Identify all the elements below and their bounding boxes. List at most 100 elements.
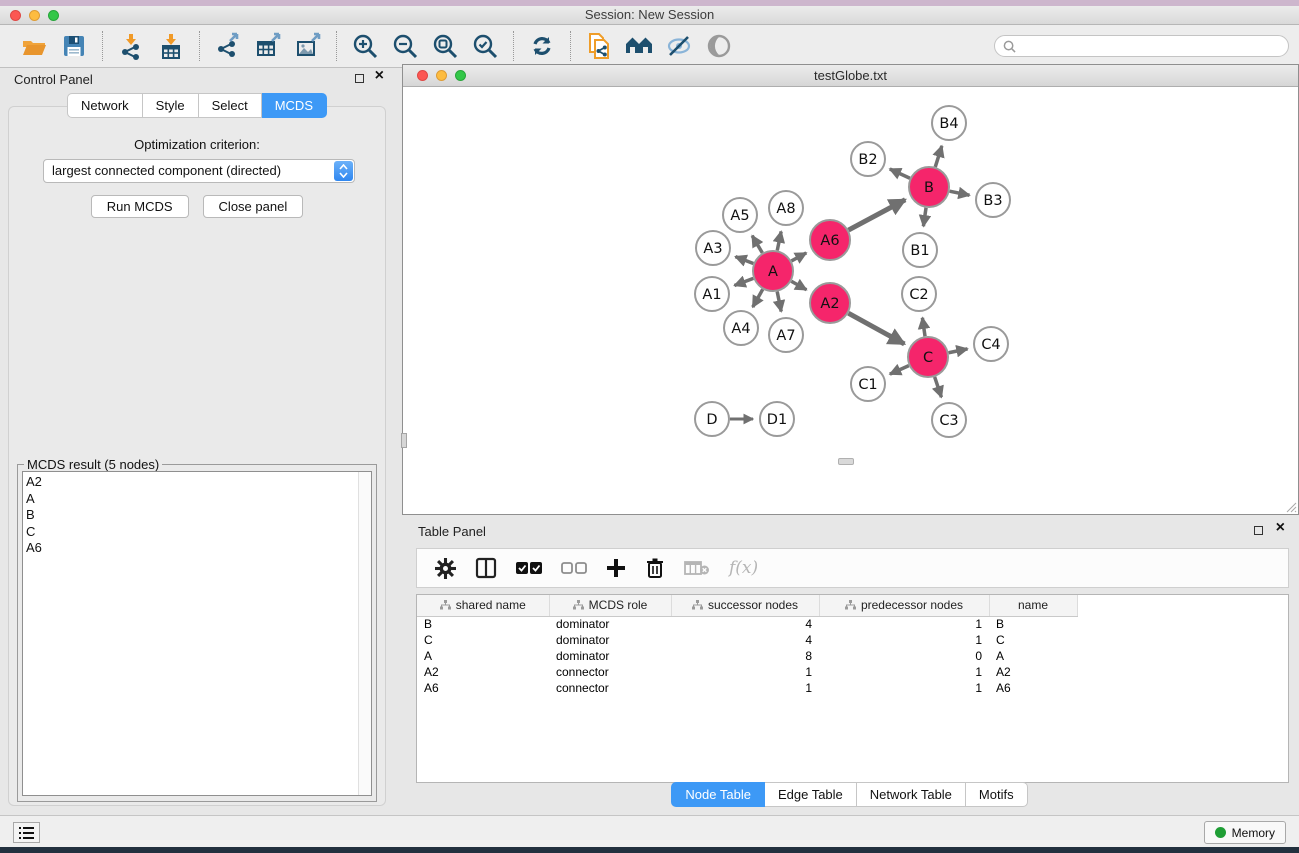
cell-successor-nodes[interactable]: 1 — [671, 680, 819, 696]
cell-predecessor-nodes[interactable]: 0 — [819, 648, 989, 664]
column-header-successor-nodes[interactable]: successor nodes — [671, 595, 819, 616]
window-resize-grip[interactable] — [1284, 500, 1297, 513]
delete-table-button[interactable] — [684, 559, 710, 577]
table-row[interactable]: Bdominator41B — [417, 616, 1077, 632]
result-list-item[interactable]: A — [26, 491, 355, 508]
show-task-history-button[interactable] — [13, 822, 40, 843]
cell-MCDS-role[interactable]: connector — [549, 664, 671, 680]
edge-A-A2[interactable] — [791, 281, 806, 290]
import-table-button[interactable] — [154, 29, 188, 63]
edge-A6-B[interactable] — [849, 200, 906, 230]
zoom-window-button[interactable] — [48, 10, 59, 21]
close-table-panel-icon[interactable]: × — [1276, 520, 1285, 536]
zoom-out-button[interactable] — [388, 29, 422, 63]
edge-A2-C[interactable] — [848, 313, 904, 344]
splitter-collapse-handle[interactable] — [401, 433, 407, 448]
export-image-button[interactable] — [291, 29, 325, 63]
cell-MCDS-role[interactable]: dominator — [549, 648, 671, 664]
tab-network[interactable]: Network — [67, 93, 143, 118]
tab-style[interactable]: Style — [143, 93, 199, 118]
cell-predecessor-nodes[interactable]: 1 — [819, 632, 989, 648]
table-row[interactable]: A2connector11A2 — [417, 664, 1077, 680]
cell-shared-name[interactable]: A6 — [417, 680, 549, 696]
edge-C-C1[interactable] — [890, 366, 909, 375]
edge-A-A4[interactable] — [753, 289, 763, 307]
import-network-button[interactable] — [114, 29, 148, 63]
column-header-name[interactable]: name — [989, 595, 1077, 616]
save-session-button[interactable] — [57, 29, 91, 63]
tab-mcds[interactable]: MCDS — [262, 93, 327, 118]
show-graphics-details-button[interactable] — [702, 29, 736, 63]
column-header-MCDS-role[interactable]: MCDS role — [549, 595, 671, 616]
search-box[interactable] — [994, 35, 1289, 57]
close-panel-button[interactable]: Close panel — [203, 195, 304, 218]
edge-A-A7[interactable] — [777, 292, 781, 312]
show-columns-button[interactable] — [475, 557, 497, 579]
result-list-item[interactable]: C — [26, 524, 355, 541]
network-minimize-button[interactable] — [436, 70, 447, 81]
cell-predecessor-nodes[interactable]: 1 — [819, 616, 989, 632]
table-settings-button[interactable] — [435, 558, 456, 579]
cell-shared-name[interactable]: A2 — [417, 664, 549, 680]
edge-C-C2[interactable] — [922, 318, 925, 336]
cell-shared-name[interactable]: A — [417, 648, 549, 664]
zoom-selected-button[interactable] — [468, 29, 502, 63]
tab-motifs[interactable]: Motifs — [966, 782, 1028, 807]
edge-C-C4[interactable] — [949, 349, 968, 353]
memory-button[interactable]: Memory — [1204, 821, 1286, 844]
network-zoom-button[interactable] — [455, 70, 466, 81]
hide-graphics-details-button[interactable] — [662, 29, 696, 63]
edge-B-B1[interactable] — [923, 208, 926, 226]
edge-B-B2[interactable] — [890, 169, 910, 178]
export-network-button[interactable] — [211, 29, 245, 63]
close-panel-icon[interactable]: × — [375, 68, 384, 84]
edge-A-A6[interactable] — [791, 253, 806, 261]
zoom-fit-button[interactable] — [428, 29, 462, 63]
cell-successor-nodes[interactable]: 8 — [671, 648, 819, 664]
tab-edge-table[interactable]: Edge Table — [765, 782, 857, 807]
column-header-shared-name[interactable]: shared name — [417, 595, 549, 616]
edge-A-A5[interactable] — [752, 236, 762, 253]
table-row[interactable]: A6connector11A6 — [417, 680, 1077, 696]
float-table-panel-icon[interactable] — [1254, 526, 1263, 535]
edge-B-B4[interactable] — [935, 146, 942, 167]
tab-select[interactable]: Select — [199, 93, 262, 118]
close-window-button[interactable] — [10, 10, 21, 21]
edge-A-A1[interactable] — [734, 278, 753, 285]
cell-predecessor-nodes[interactable]: 1 — [819, 664, 989, 680]
search-input[interactable] — [1020, 39, 1280, 53]
cell-name[interactable]: C — [989, 632, 1077, 648]
result-list-item[interactable]: B — [26, 507, 355, 524]
add-column-button[interactable] — [606, 558, 626, 578]
result-list-item[interactable]: A2 — [26, 474, 355, 491]
cell-MCDS-role[interactable]: connector — [549, 680, 671, 696]
edge-A-A3[interactable] — [735, 257, 753, 264]
float-panel-icon[interactable] — [355, 74, 364, 83]
deselect-all-button[interactable] — [561, 561, 587, 575]
function-builder-button[interactable]: f(x) — [729, 558, 758, 578]
cell-MCDS-role[interactable]: dominator — [549, 632, 671, 648]
cell-name[interactable]: A6 — [989, 680, 1077, 696]
clone-network-button[interactable] — [582, 29, 616, 63]
zoom-in-button[interactable] — [348, 29, 382, 63]
column-header-predecessor-nodes[interactable]: predecessor nodes — [819, 595, 989, 616]
criterion-select[interactable]: largest connected component (directed) — [43, 159, 355, 183]
edge-A-A8[interactable] — [777, 232, 781, 251]
open-session-button[interactable] — [17, 29, 51, 63]
tab-network-table[interactable]: Network Table — [857, 782, 966, 807]
tab-node-table[interactable]: Node Table — [671, 782, 765, 807]
delete-column-button[interactable] — [645, 557, 665, 579]
edge-B-B3[interactable] — [950, 191, 970, 195]
cell-name[interactable]: A — [989, 648, 1077, 664]
cell-shared-name[interactable]: B — [417, 616, 549, 632]
table-row[interactable]: Adominator80A — [417, 648, 1077, 664]
cell-successor-nodes[interactable]: 4 — [671, 616, 819, 632]
cell-MCDS-role[interactable]: dominator — [549, 616, 671, 632]
run-mcds-button[interactable]: Run MCDS — [91, 195, 189, 218]
cell-predecessor-nodes[interactable]: 1 — [819, 680, 989, 696]
node-table[interactable]: shared nameMCDS rolesuccessor nodesprede… — [416, 594, 1289, 783]
minimize-window-button[interactable] — [29, 10, 40, 21]
cell-shared-name[interactable]: C — [417, 632, 549, 648]
refresh-button[interactable] — [525, 29, 559, 63]
cell-successor-nodes[interactable]: 1 — [671, 664, 819, 680]
